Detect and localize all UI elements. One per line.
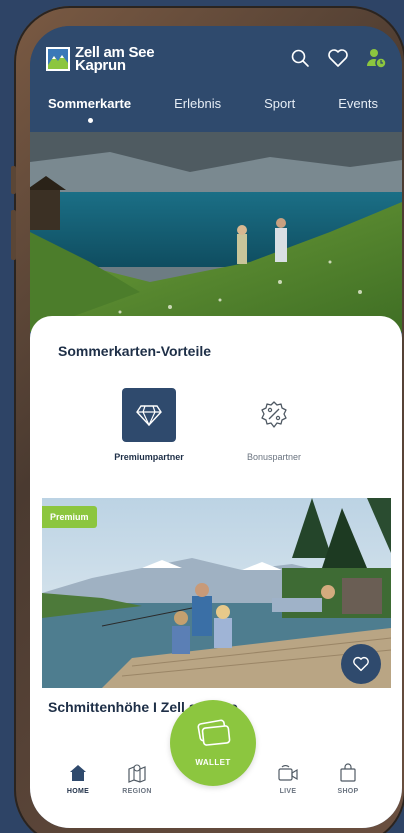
phone-screen: Zell am See Kaprun Sommerkarte Erlebnis … xyxy=(30,26,402,828)
home-icon xyxy=(50,762,106,784)
tab-label: Sommerkarte xyxy=(48,96,132,111)
shopping-bag-icon xyxy=(320,762,376,784)
app-header: Zell am See Kaprun Sommerkarte Erlebnis … xyxy=(30,26,402,132)
nav-region[interactable]: REGION xyxy=(109,762,165,795)
nav-live[interactable]: LIVE xyxy=(260,762,316,795)
tab-sommerkarte[interactable]: Sommerkarte xyxy=(48,96,132,123)
favorite-button[interactable] xyxy=(341,644,381,684)
app-logo[interactable]: Zell am See Kaprun xyxy=(46,45,155,73)
nav-home[interactable]: HOME xyxy=(50,762,106,795)
wallet-label: WALLET xyxy=(195,758,231,767)
tab-events[interactable]: Events xyxy=(338,96,378,111)
hero-landscape-image xyxy=(30,132,402,332)
premium-badge: Premium xyxy=(42,506,97,528)
benefits-panel: Sommerkarten-Vorteile Premiumpartner Bon… xyxy=(30,316,402,756)
mountain-logo-icon xyxy=(46,47,70,71)
section-title: Sommerkarten-Vorteile xyxy=(58,343,212,359)
bonuspartner-label: Bonuspartner xyxy=(246,452,302,462)
phone-side-button xyxy=(11,166,16,194)
nav-label-home: HOME xyxy=(66,788,90,795)
percent-badge-icon xyxy=(247,388,301,442)
camera-icon xyxy=(260,762,316,784)
nav-shop[interactable]: SHOP xyxy=(320,762,376,795)
active-tab-indicator xyxy=(87,118,93,123)
nav-label-live: LIVE xyxy=(279,788,297,795)
search-icon[interactable] xyxy=(288,46,312,70)
bonuspartner-option[interactable]: Bonuspartner xyxy=(224,388,324,462)
map-pin-icon xyxy=(109,762,165,784)
diamond-icon xyxy=(122,388,176,442)
premiumpartner-label: Premiumpartner xyxy=(114,452,184,462)
tab-sport[interactable]: Sport xyxy=(264,96,295,111)
category-tabs: Sommerkarte Erlebnis Sport Events xyxy=(30,96,402,123)
wallet-cards-icon xyxy=(193,719,233,752)
nav-label-region: REGION xyxy=(122,788,152,795)
nav-label-shop: SHOP xyxy=(337,788,359,795)
heart-icon[interactable] xyxy=(326,46,350,70)
wallet-button[interactable]: WALLET xyxy=(170,700,256,786)
promo-card-image[interactable]: Premium xyxy=(42,498,391,688)
tab-erlebnis[interactable]: Erlebnis xyxy=(174,96,221,111)
premiumpartner-option[interactable]: Premiumpartner xyxy=(99,388,199,462)
user-icon[interactable] xyxy=(364,46,388,70)
phone-side-button xyxy=(11,210,16,260)
